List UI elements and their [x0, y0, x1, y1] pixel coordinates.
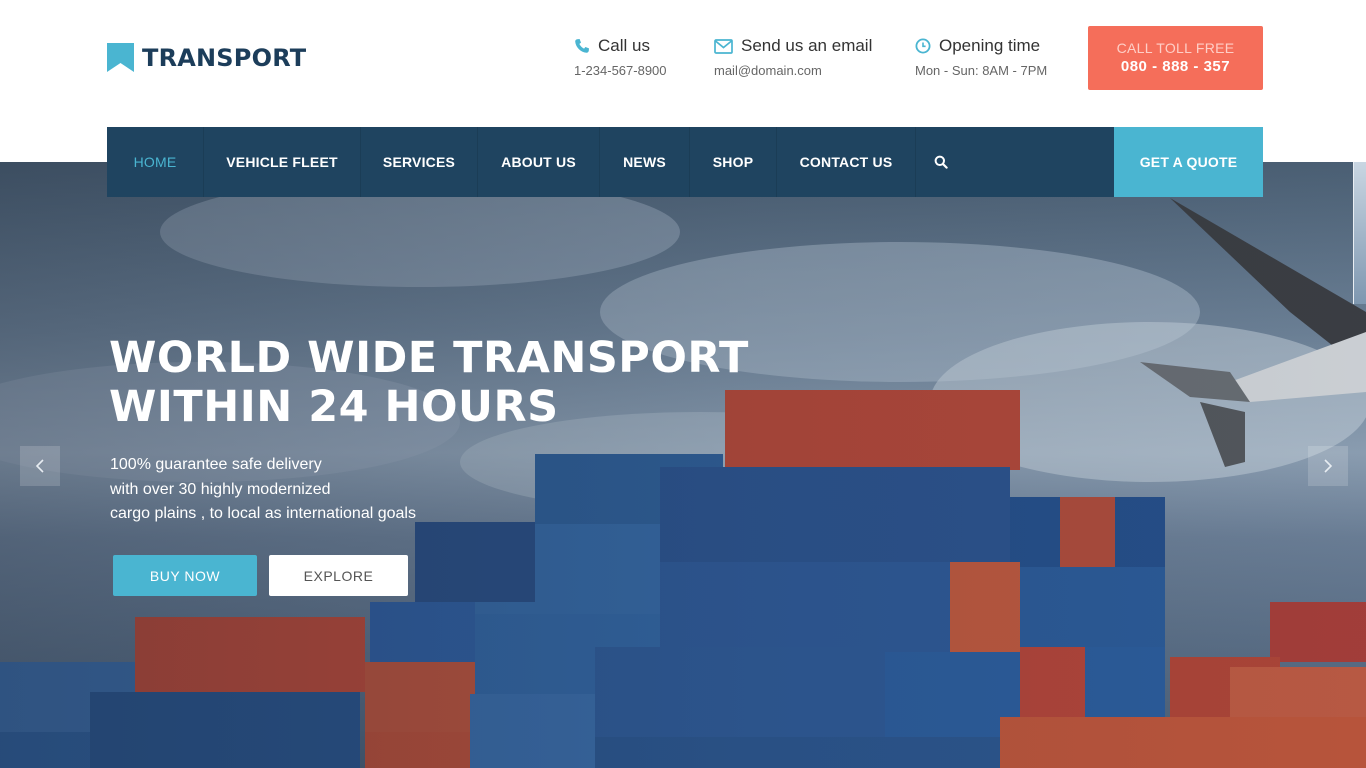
hero-slider: WORLD WIDE TRANSPORT WITHIN 24 HOURS 100…: [0, 162, 1366, 768]
chevron-right-icon: [1324, 459, 1333, 473]
envelope-icon: [714, 38, 733, 54]
hero-title: WORLD WIDE TRANSPORT WITHIN 24 HOURS: [109, 334, 749, 432]
call-us-title: Call us: [598, 36, 650, 55]
nav-item-about-us[interactable]: ABOUT US: [478, 127, 600, 197]
nav-item-news[interactable]: NEWS: [600, 127, 690, 197]
toll-free-number: 080 - 888 - 357: [1120, 58, 1231, 75]
call-us-info: Call us 1-234-567-8900: [574, 36, 667, 78]
hero-text-line-2: with over 30 highly modernized: [110, 480, 331, 498]
previous-slide-button[interactable]: [20, 446, 60, 486]
phone-icon: [575, 39, 589, 53]
nav-search-button[interactable]: [916, 127, 966, 197]
hero-title-line-1: WORLD WIDE TRANSPORT: [109, 333, 749, 383]
explore-button[interactable]: EXPLORE: [269, 555, 408, 596]
site-logo[interactable]: TRANSPORT: [107, 43, 306, 72]
hero-description: 100% guarantee safe delivery with over 3…: [110, 453, 416, 527]
bookmark-logo-icon: [107, 43, 134, 72]
nav-item-home[interactable]: HOME: [107, 127, 204, 197]
clock-icon: [915, 38, 931, 54]
nav-item-contact-us[interactable]: CONTACT US: [777, 127, 916, 197]
nav-item-vehicle-fleet[interactable]: VEHICLE FLEET: [204, 127, 361, 197]
nav-item-services[interactable]: SERVICES: [361, 127, 478, 197]
search-icon: [934, 155, 948, 169]
buy-now-button[interactable]: BUY NOW: [113, 555, 257, 596]
email-address[interactable]: mail@domain.com: [714, 63, 872, 78]
toll-free-button[interactable]: CALL TOLL FREE 080 - 888 - 357: [1088, 26, 1263, 90]
next-slide-button[interactable]: [1308, 446, 1348, 486]
main-navigation: HOME VEHICLE FLEET SERVICES ABOUT US NEW…: [107, 127, 1263, 197]
opening-hours: Mon - Sun: 8AM - 7PM: [915, 63, 1048, 78]
opening-time-title: Opening time: [939, 36, 1041, 55]
toll-free-label: CALL TOLL FREE: [1116, 40, 1235, 56]
nav-item-shop[interactable]: SHOP: [690, 127, 777, 197]
email-info: Send us an email mail@domain.com: [714, 36, 872, 78]
phone-number[interactable]: 1-234-567-8900: [574, 63, 667, 78]
hero-title-line-2: WITHIN 24 HOURS: [109, 382, 559, 432]
brand-name: TRANSPORT: [142, 43, 307, 72]
hero-text-line-1: 100% guarantee safe delivery: [110, 456, 322, 473]
opening-time-info: Opening time Mon - Sun: 8AM - 7PM: [915, 36, 1047, 78]
get-a-quote-button[interactable]: GET A QUOTE: [1114, 127, 1263, 197]
next-slide-peek[interactable]: [1353, 162, 1366, 304]
hero-text-line-3: cargo plains , to local as international…: [110, 505, 416, 522]
chevron-left-icon: [35, 459, 44, 473]
email-title: Send us an email: [741, 36, 873, 55]
